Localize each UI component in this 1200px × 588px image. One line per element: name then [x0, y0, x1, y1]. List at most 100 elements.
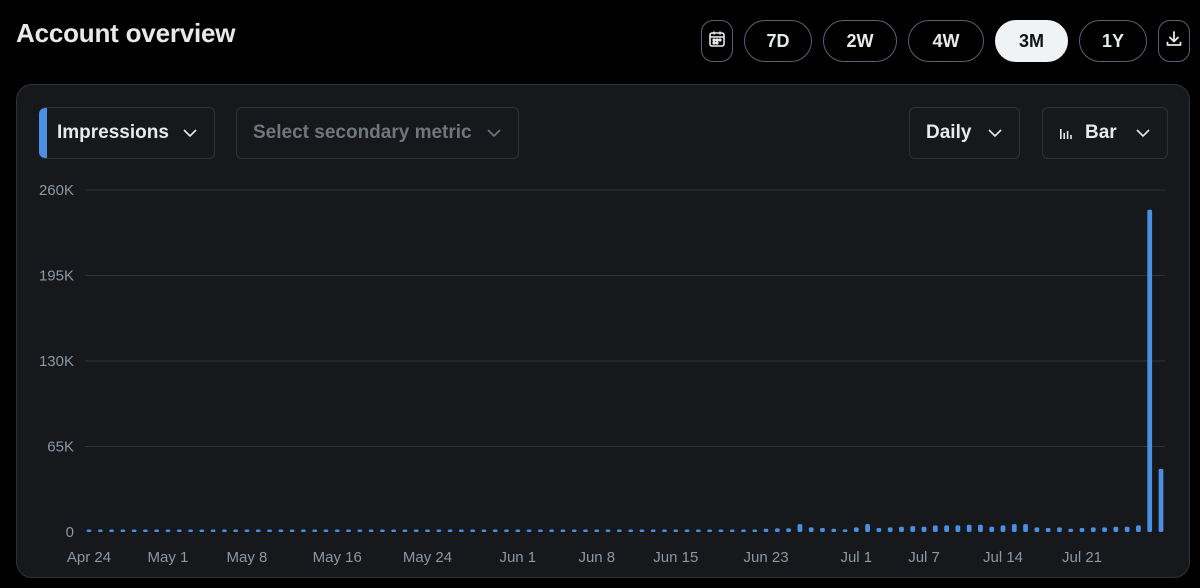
impressions-bar[interactable] — [797, 524, 803, 532]
impressions-bar[interactable] — [853, 527, 859, 532]
impressions-bar[interactable] — [1045, 528, 1051, 532]
impressions-bar[interactable] — [1158, 468, 1164, 532]
calendar-button[interactable] — [701, 20, 733, 62]
impressions-bar[interactable] — [662, 529, 667, 533]
impressions-bar[interactable] — [1124, 526, 1130, 532]
impressions-bar[interactable] — [470, 529, 476, 533]
impressions-bar[interactable] — [921, 526, 927, 532]
impressions-bar[interactable] — [820, 528, 825, 532]
impressions-bar[interactable] — [752, 529, 758, 533]
impressions-bar[interactable] — [583, 529, 588, 533]
impressions-bar[interactable] — [1000, 525, 1006, 532]
impressions-bar[interactable] — [199, 529, 205, 533]
impressions-bar[interactable] — [504, 529, 509, 533]
impressions-bar[interactable] — [605, 529, 611, 533]
impressions-bar[interactable] — [526, 529, 532, 533]
impressions-bar[interactable] — [1102, 527, 1107, 532]
impressions-bar[interactable] — [334, 529, 340, 533]
impressions-bar[interactable] — [966, 524, 972, 532]
impressions-bar[interactable] — [763, 528, 769, 532]
impressions-bar[interactable] — [391, 529, 397, 533]
impressions-bar[interactable] — [639, 529, 645, 533]
impressions-bar[interactable] — [120, 529, 126, 533]
impressions-bar[interactable] — [695, 529, 701, 533]
impressions-bar[interactable] — [165, 529, 171, 533]
impressions-bar[interactable] — [97, 529, 103, 533]
impressions-bar[interactable] — [989, 526, 995, 532]
impressions-bar[interactable] — [932, 525, 938, 532]
impressions-bar[interactable] — [402, 529, 408, 533]
impressions-bar[interactable] — [549, 529, 555, 533]
impressions-bar[interactable] — [842, 529, 848, 532]
impressions-bar[interactable] — [978, 524, 983, 532]
impressions-bar[interactable] — [357, 529, 363, 533]
impressions-bar[interactable] — [876, 528, 882, 532]
range-3m-button[interactable]: 3M — [995, 20, 1068, 62]
impressions-bar[interactable] — [899, 526, 904, 532]
impressions-bar[interactable] — [425, 529, 430, 533]
impressions-bar[interactable] — [515, 529, 521, 533]
range-1y-button[interactable]: 1Y — [1079, 20, 1147, 62]
impressions-bar[interactable] — [741, 529, 746, 533]
impressions-bar[interactable] — [955, 525, 961, 532]
impressions-bar[interactable] — [1011, 524, 1017, 532]
impressions-bar[interactable] — [684, 529, 690, 533]
impressions-bar[interactable] — [244, 529, 250, 533]
impressions-bar[interactable] — [267, 529, 272, 533]
impressions-bar[interactable] — [1136, 525, 1141, 532]
impressions-bar[interactable] — [176, 529, 182, 533]
impressions-bar[interactable] — [222, 529, 227, 533]
impressions-bar[interactable] — [368, 529, 374, 533]
impressions-bar[interactable] — [492, 529, 498, 533]
impressions-bar[interactable] — [1113, 526, 1119, 532]
impressions-bar[interactable] — [707, 529, 713, 533]
impressions-bar[interactable] — [831, 528, 837, 532]
impressions-bar[interactable] — [1079, 528, 1085, 532]
impressions-bar[interactable] — [346, 529, 351, 533]
impressions-bar[interactable] — [729, 529, 735, 533]
impressions-bar[interactable] — [188, 529, 193, 533]
impressions-bar[interactable] — [301, 529, 306, 533]
impressions-bar[interactable] — [143, 529, 148, 533]
impressions-bar[interactable] — [278, 529, 284, 533]
impressions-bar[interactable] — [673, 529, 679, 533]
range-7d-button[interactable]: 7D — [744, 20, 812, 62]
impressions-bar[interactable] — [571, 529, 577, 533]
impressions-bar[interactable] — [1090, 527, 1096, 532]
impressions-bar[interactable] — [233, 529, 239, 533]
impressions-bar[interactable] — [910, 526, 916, 532]
impressions-bar[interactable] — [447, 529, 453, 533]
impressions-bar[interactable] — [255, 529, 261, 533]
impressions-bar[interactable] — [887, 527, 893, 532]
impressions-bar[interactable] — [459, 529, 464, 533]
impressions-bar[interactable] — [718, 529, 724, 533]
impressions-bar[interactable] — [1068, 528, 1074, 532]
impressions-bar[interactable] — [481, 529, 487, 533]
impressions-bar[interactable] — [560, 529, 566, 533]
impressions-bar[interactable] — [1034, 527, 1040, 532]
impressions-bar[interactable] — [210, 529, 216, 533]
impressions-bar[interactable] — [109, 529, 114, 533]
impressions-bar[interactable] — [380, 529, 385, 533]
impressions-bar[interactable] — [650, 529, 656, 533]
impressions-bar[interactable] — [86, 529, 92, 533]
impressions-bar[interactable] — [154, 529, 160, 533]
impressions-bar[interactable] — [594, 529, 600, 533]
impressions-bar[interactable] — [1057, 527, 1062, 532]
impressions-bar[interactable] — [537, 529, 543, 533]
impressions-bar[interactable] — [323, 529, 329, 533]
impressions-bar[interactable] — [774, 528, 780, 532]
impressions-bar[interactable] — [786, 528, 791, 532]
impressions-bar[interactable] — [413, 529, 419, 533]
impressions-bar[interactable] — [289, 529, 295, 533]
range-4w-button[interactable]: 4W — [908, 20, 984, 62]
impressions-bar[interactable] — [131, 529, 137, 533]
impressions-bar[interactable] — [1023, 524, 1028, 532]
impressions-bar[interactable] — [436, 529, 442, 533]
download-button[interactable] — [1158, 20, 1190, 62]
impressions-bar[interactable] — [616, 529, 622, 533]
range-2w-button[interactable]: 2W — [823, 20, 897, 62]
impressions-bar[interactable] — [312, 529, 318, 533]
impressions-bar[interactable] — [865, 524, 870, 532]
impressions-bar[interactable] — [1147, 209, 1153, 532]
